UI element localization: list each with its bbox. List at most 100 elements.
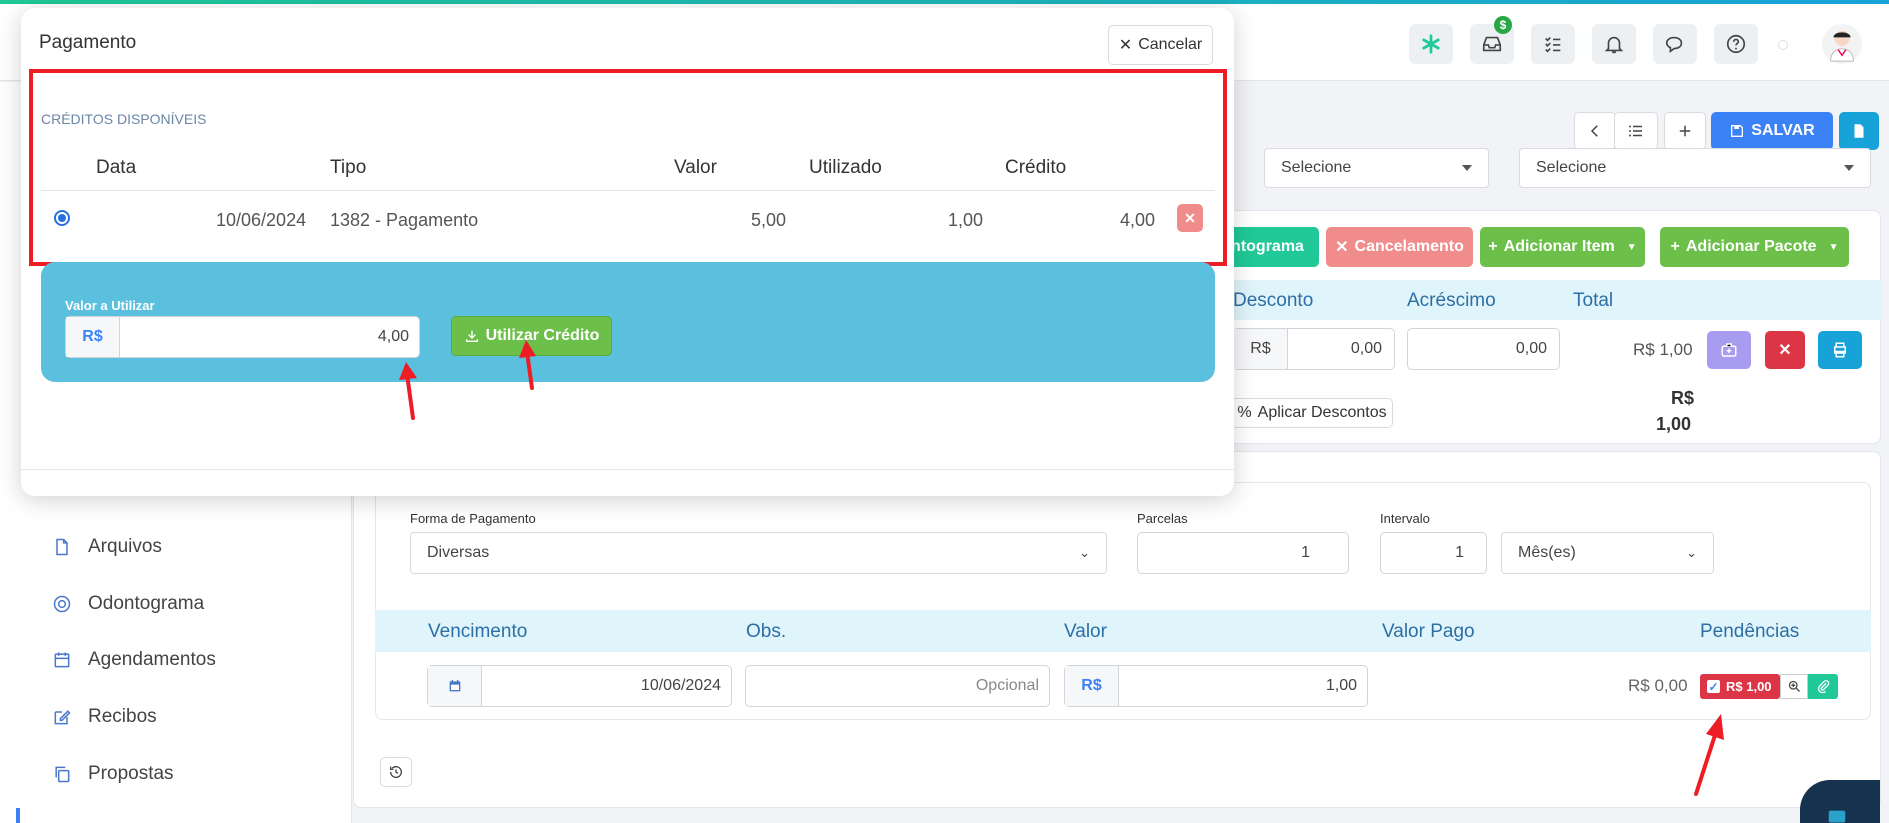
- installments-header: [375, 610, 1871, 652]
- caret-down-icon: [1844, 165, 1854, 171]
- inbox-icon: [1482, 36, 1502, 52]
- sidebar-item-arquivos[interactable]: Arquivos: [52, 536, 162, 558]
- chat-button[interactable]: [1653, 24, 1697, 64]
- document-icon: [1854, 124, 1864, 138]
- help-button[interactable]: [1714, 24, 1758, 64]
- add-button[interactable]: [1664, 112, 1706, 150]
- col-pendencias: Pendências: [1700, 621, 1800, 642]
- doctor-avatar-icon: [1830, 30, 1854, 62]
- history-button[interactable]: [380, 757, 412, 787]
- times-icon: ✕: [1118, 37, 1133, 54]
- col-acrescimo: Acréscimo: [1407, 290, 1496, 311]
- status-dot-icon: [1778, 40, 1788, 50]
- highlight-box: [29, 69, 1227, 266]
- annotation-arrow-2: [519, 340, 536, 390]
- summary-currency: R$: [1670, 388, 1694, 408]
- sidebar-item-odontograma[interactable]: Odontograma: [52, 593, 204, 615]
- checklist-button[interactable]: [1531, 24, 1575, 64]
- chat-widget[interactable]: [1800, 780, 1880, 823]
- select-2[interactable]: Selecione: [1519, 148, 1871, 188]
- file-icon: [56, 538, 68, 556]
- asterisk-icon: [1422, 34, 1440, 54]
- notifications-button[interactable]: [1592, 24, 1636, 64]
- items-table-header: [1216, 280, 1881, 320]
- chevron-down-icon: ⌄: [1686, 545, 1697, 560]
- annotation-arrow-1: [399, 362, 417, 420]
- parcelas-input[interactable]: 1: [1137, 532, 1349, 574]
- apply-discounts-button[interactable]: % Aplicar Descontos: [1231, 398, 1393, 428]
- col-vencimento: Vencimento: [428, 621, 528, 642]
- history-icon: [390, 766, 402, 778]
- intervalo-label: Intervalo: [1380, 511, 1430, 526]
- currency-prefix: R$: [1065, 666, 1119, 706]
- attach-button[interactable]: [1808, 674, 1838, 699]
- modal-footer-divider: [21, 469, 1234, 470]
- currency-prefix: R$: [1234, 329, 1288, 369]
- calendar-icon: [54, 652, 70, 668]
- sidebar-item-label: Agendamentos: [88, 649, 216, 670]
- col-obs: Obs.: [746, 621, 787, 642]
- sidebar-item-label: Arquivos: [88, 536, 162, 557]
- checklist-icon: [1545, 36, 1561, 53]
- forma-label: Forma de Pagamento: [410, 511, 536, 526]
- document-button[interactable]: [1839, 112, 1879, 150]
- avatar[interactable]: [1822, 24, 1862, 64]
- col-valor: Valor: [1064, 621, 1107, 642]
- increase-input[interactable]: 0,00: [1407, 328, 1560, 370]
- sidebar-item-agendamentos[interactable]: Agendamentos: [52, 649, 216, 671]
- use-credit-panel: Valor a Utilizar R$ 4,00 Utilizar Crédit…: [41, 262, 1215, 382]
- print-button[interactable]: [1818, 331, 1862, 369]
- active-indicator: [16, 808, 20, 823]
- cancel-button[interactable]: ✕ Cancelar: [1108, 25, 1213, 65]
- paperclip-icon: [1817, 680, 1829, 694]
- dollar-badge-icon: $: [1494, 16, 1512, 34]
- copy-icon: [55, 766, 70, 783]
- discount-input[interactable]: R$ 0,00: [1233, 328, 1395, 370]
- chevron-down-icon: ⌄: [1079, 545, 1090, 560]
- modal-title: Pagamento: [39, 32, 137, 53]
- asterisk-button[interactable]: [1409, 24, 1453, 64]
- forma-select[interactable]: Diversas ⌄: [410, 532, 1107, 574]
- save-button[interactable]: SALVAR: [1711, 112, 1833, 150]
- use-value-label: Valor a Utilizar: [65, 298, 155, 313]
- payment-modal: Pagamento ✕ Cancelar CRÉDITOS DISPONÍVEIS…: [21, 8, 1234, 496]
- plus-icon: +: [1488, 238, 1498, 255]
- list-icon: [1629, 125, 1642, 137]
- intervalo-input[interactable]: 1: [1380, 532, 1487, 574]
- adicionar-pacote-button[interactable]: + Adicionar Pacote ▼: [1660, 227, 1849, 267]
- zoom-button[interactable]: [1780, 674, 1808, 699]
- calendar-icon: [428, 666, 482, 706]
- caret-down-icon: ▼: [1626, 241, 1637, 253]
- col-total: Total: [1573, 290, 1614, 311]
- chat-icon: [1665, 36, 1683, 53]
- value-input[interactable]: R$ 1,00: [1064, 665, 1368, 707]
- help-icon: [1726, 34, 1746, 54]
- parcelas-label: Parcelas: [1137, 511, 1188, 526]
- use-value-input[interactable]: R$ 4,00: [65, 316, 420, 358]
- select-1[interactable]: Selecione: [1264, 148, 1489, 188]
- back-button[interactable]: [1574, 112, 1616, 150]
- remove-item-button[interactable]: ✕: [1765, 331, 1805, 369]
- plus-icon: [1679, 125, 1691, 137]
- sidebar-item-propostas[interactable]: Propostas: [52, 763, 174, 785]
- chevron-left-icon: [1590, 125, 1598, 137]
- plus-icon: +: [1670, 238, 1680, 255]
- obs-input[interactable]: Opcional: [745, 665, 1050, 707]
- col-valor-pago: Valor Pago: [1382, 621, 1475, 642]
- pending-badge[interactable]: ✓ R$ 1,00: [1700, 674, 1780, 699]
- checkbox-checked-icon[interactable]: ✓: [1707, 680, 1720, 694]
- floppy-icon: [1731, 125, 1744, 137]
- summary-value: 1,00: [1656, 414, 1692, 434]
- medkit-button[interactable]: [1707, 331, 1751, 369]
- sidebar-item-recibos[interactable]: Recibos: [52, 706, 157, 728]
- due-date-input[interactable]: 10/06/2024: [427, 665, 732, 707]
- cancelamento-button[interactable]: ✕ Cancelamento: [1326, 227, 1473, 267]
- intervalo-unit-select[interactable]: Mês(es) ⌄: [1501, 532, 1714, 574]
- list-button[interactable]: [1614, 112, 1658, 150]
- item-total: R$ 1,00: [1633, 340, 1693, 359]
- percent-icon: %: [1237, 404, 1252, 421]
- inbox-button[interactable]: $: [1470, 16, 1514, 64]
- download-icon: [465, 330, 478, 342]
- adicionar-item-button[interactable]: + Adicionar Item ▼: [1480, 227, 1645, 267]
- caret-down-icon: ▼: [1828, 241, 1839, 253]
